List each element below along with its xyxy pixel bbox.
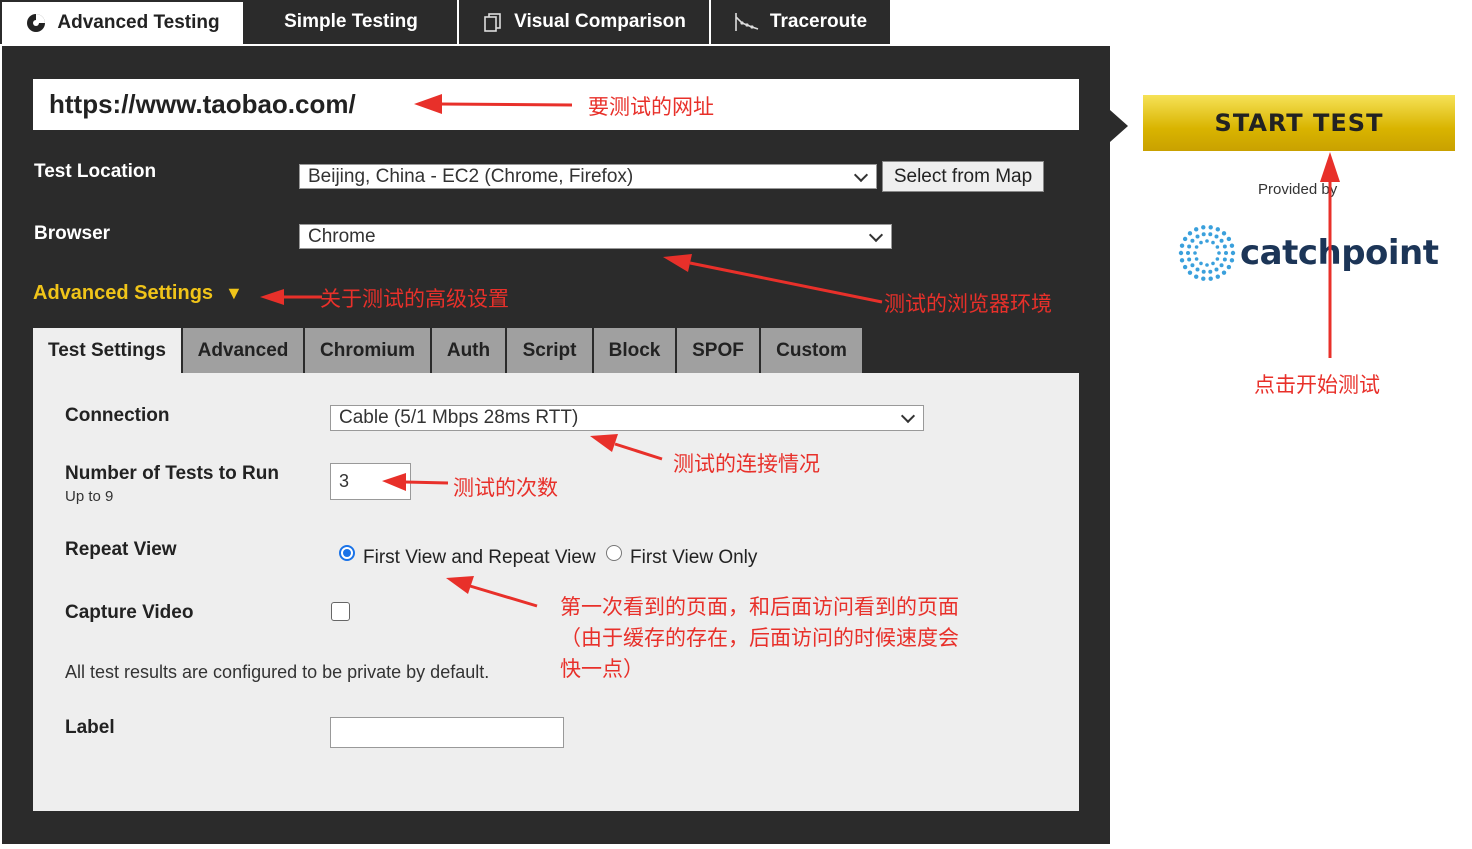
url-input[interactable]: https://www.taobao.com/ <box>33 79 1079 130</box>
num-tests-hint: Up to 9 <box>65 488 114 505</box>
annotation-start: 点击开始测试 <box>1254 374 1380 397</box>
num-tests-label: Number of Tests to Run <box>65 463 279 484</box>
catchpoint-burst-icon <box>1178 225 1236 281</box>
provided-by-text: Provided by <box>1258 181 1338 198</box>
connection-select[interactable]: Cable (5/1 Mbps 28ms RTT) <box>330 405 924 431</box>
num-tests-input[interactable]: 3 <box>330 463 411 500</box>
tab-label: Advanced Testing <box>57 12 220 33</box>
num-tests-value: 3 <box>339 471 350 491</box>
capture-video-checkbox[interactable] <box>331 602 350 621</box>
chart-logo-icon <box>27 14 46 32</box>
test-location-select[interactable]: Beijing, China - EC2 (Chrome, Firefox) <box>299 164 877 189</box>
label-input[interactable] <box>330 717 564 748</box>
annotation-num-tests: 测试的次数 <box>453 477 558 500</box>
tab-label: Simple Testing <box>284 11 418 32</box>
catchpoint-logo[interactable]: catchpoint <box>1178 224 1439 282</box>
tab-visual-comparison[interactable]: Visual Comparison <box>459 0 711 44</box>
triangle-down-icon: ▼ <box>225 283 243 303</box>
tab-auth[interactable]: Auth <box>432 328 505 373</box>
tab-spof[interactable]: SPOF <box>677 328 759 373</box>
catchpoint-logo-text: catchpoint <box>1240 233 1439 273</box>
private-note: All test results are configured to be pr… <box>65 662 490 682</box>
tab-test-settings[interactable]: Test Settings <box>33 328 181 373</box>
tab-label: Traceroute <box>769 11 868 32</box>
connection-value: Cable (5/1 Mbps 28ms RTT) <box>339 407 579 428</box>
label-field-label: Label <box>65 717 115 738</box>
top-tab-bar: Advanced Testing Simple Testing Visual C… <box>0 0 890 46</box>
tab-traceroute[interactable]: Traceroute <box>711 0 890 44</box>
panel-pointer-arrow <box>1110 110 1128 142</box>
url-value: https://www.taobao.com/ <box>49 89 356 119</box>
tab-advanced-testing[interactable]: Advanced Testing <box>0 0 245 44</box>
radio-first-view-only[interactable] <box>606 545 622 561</box>
radio-first-and-repeat-view-label: First View and Repeat View <box>363 547 596 568</box>
annotation-repeat-view: 第一次看到的页面，和后面访问看到的页面（由于缓存的存在，后面访问的时候速度会快一… <box>560 596 959 681</box>
annotation-connection: 测试的连接情况 <box>673 453 820 476</box>
browser-value: Chrome <box>308 225 376 247</box>
advanced-settings-label: Advanced Settings <box>33 282 214 304</box>
radio-first-view-only-label: First View Only <box>630 547 758 568</box>
browser-label: Browser <box>34 223 111 244</box>
traceroute-icon <box>735 13 759 31</box>
radio-first-and-repeat-view[interactable] <box>339 545 355 561</box>
browser-select[interactable]: Chrome <box>299 224 892 249</box>
tab-label: Visual Comparison <box>514 11 686 32</box>
annotation-browser: 测试的浏览器环境 <box>884 293 1052 316</box>
annotation-url: 要测试的网址 <box>588 96 714 119</box>
connection-label: Connection <box>65 405 170 426</box>
document-copy-icon <box>484 13 501 32</box>
tab-script[interactable]: Script <box>507 328 592 373</box>
advanced-settings-toggle[interactable]: Advanced Settings ▼ <box>33 282 243 305</box>
chevron-down-icon <box>853 167 869 182</box>
annotation-advanced: 关于测试的高级设置 <box>320 288 509 311</box>
tab-simple-testing[interactable]: Simple Testing <box>245 0 459 44</box>
test-location-label: Test Location <box>34 161 157 182</box>
tab-custom[interactable]: Custom <box>761 328 862 373</box>
test-location-value: Beijing, China - EC2 (Chrome, Firefox) <box>308 165 634 187</box>
tab-chromium[interactable]: Chromium <box>305 328 430 373</box>
chevron-down-icon <box>868 227 884 242</box>
capture-video-label: Capture Video <box>65 602 194 623</box>
tab-block[interactable]: Block <box>594 328 675 373</box>
chevron-down-icon <box>900 408 916 424</box>
repeat-view-label: Repeat View <box>65 539 177 560</box>
select-from-map-button[interactable]: Select from Map <box>882 161 1044 192</box>
start-test-button[interactable]: START TEST <box>1143 95 1455 151</box>
tab-advanced[interactable]: Advanced <box>183 328 303 373</box>
